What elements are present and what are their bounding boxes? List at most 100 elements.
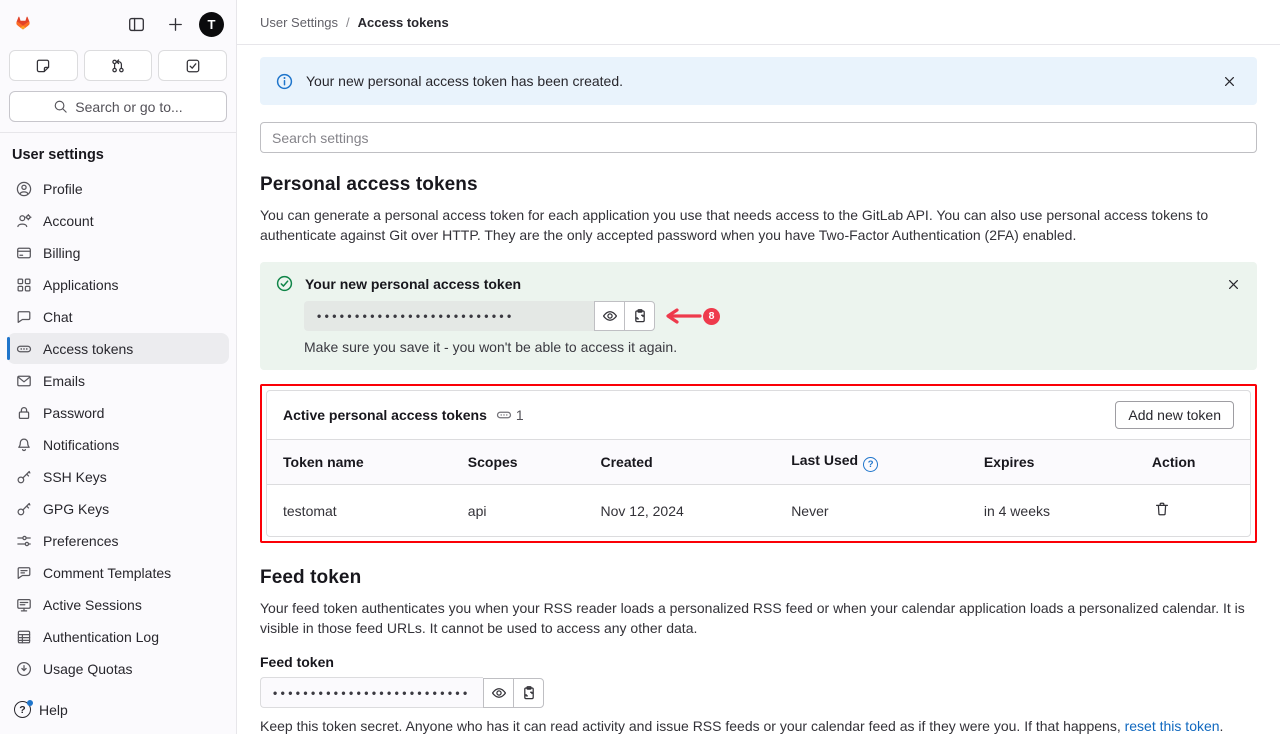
account-icon bbox=[16, 213, 32, 229]
merge-request-icon bbox=[110, 58, 126, 74]
cell-token-name: testomat bbox=[267, 485, 452, 537]
quota-icon bbox=[16, 661, 32, 677]
eye-icon bbox=[491, 685, 507, 701]
feed-token-description: Your feed token authenticates you when y… bbox=[260, 598, 1257, 638]
applications-icon bbox=[16, 277, 32, 293]
search-settings-input[interactable] bbox=[260, 122, 1257, 153]
secret-note-period: . bbox=[1220, 718, 1224, 734]
sidebar-item-label: Access tokens bbox=[43, 341, 133, 357]
sidebar-item-billing[interactable]: Billing bbox=[7, 237, 229, 268]
sidebar-item-gpg-keys[interactable]: GPG Keys bbox=[7, 493, 229, 524]
search-or-go-to[interactable]: Search or go to... bbox=[9, 91, 227, 122]
cell-last-used: Never bbox=[775, 485, 968, 537]
banner-message: Your new personal access token has been … bbox=[306, 73, 623, 89]
sidebar-item-account[interactable]: Account bbox=[7, 205, 229, 236]
sidebar-item-notifications[interactable]: Notifications bbox=[7, 429, 229, 460]
info-icon bbox=[276, 73, 293, 90]
active-tokens-table: Token name Scopes Created Last Used? Exp… bbox=[267, 439, 1250, 536]
plus-icon bbox=[167, 16, 184, 33]
last-used-help-icon[interactable]: ? bbox=[863, 457, 878, 472]
token-count-value: 1 bbox=[516, 407, 524, 423]
token-icon bbox=[16, 341, 32, 357]
sidebar-item-label: Authentication Log bbox=[43, 629, 159, 645]
active-tokens-card: Active personal access tokens 1 Add new … bbox=[266, 390, 1251, 537]
sidebar-item-label: Usage Quotas bbox=[43, 661, 133, 677]
merge-requests-shortcut-button[interactable] bbox=[84, 50, 153, 81]
sidebar-item-password[interactable]: Password bbox=[7, 397, 229, 428]
sidebar-item-label: Active Sessions bbox=[43, 597, 142, 613]
cell-created: Nov 12, 2024 bbox=[585, 485, 776, 537]
sidebar-item-chat[interactable]: Chat bbox=[7, 301, 229, 332]
gitlab-logo-icon[interactable] bbox=[10, 10, 36, 39]
cell-expires: in 4 weeks bbox=[968, 485, 1136, 537]
close-icon bbox=[1227, 278, 1240, 291]
col-action: Action bbox=[1136, 440, 1250, 485]
todo-check-icon bbox=[185, 58, 201, 74]
sidebar-item-active-sessions[interactable]: Active Sessions bbox=[7, 589, 229, 620]
key-icon bbox=[16, 469, 32, 485]
profile-icon bbox=[16, 181, 32, 197]
col-last-used: Last Used? bbox=[775, 440, 968, 485]
sidebar-nav: User settings Profile Account Billing Ap… bbox=[0, 132, 236, 689]
trash-icon bbox=[1154, 501, 1170, 517]
sliders-icon bbox=[16, 533, 32, 549]
sidebar-item-authentication-log[interactable]: Authentication Log bbox=[7, 621, 229, 652]
sidebar-section-title: User settings bbox=[0, 145, 236, 173]
new-token-success-panel: Your new personal access token •••••••••… bbox=[260, 262, 1257, 370]
sidebar-item-applications[interactable]: Applications bbox=[7, 269, 229, 300]
todo-list-shortcut-button[interactable] bbox=[158, 50, 227, 81]
sidebar-item-preferences[interactable]: Preferences bbox=[7, 525, 229, 556]
copy-feed-token-button[interactable] bbox=[513, 678, 544, 708]
revoke-token-button[interactable] bbox=[1152, 499, 1172, 522]
reset-token-link[interactable]: reset this token bbox=[1125, 718, 1220, 734]
feed-token-label: Feed token bbox=[260, 654, 1257, 670]
sidebar-item-access-tokens[interactable]: Access tokens bbox=[7, 333, 229, 364]
col-scopes: Scopes bbox=[452, 440, 585, 485]
sidebar-item-usage-quotas[interactable]: Usage Quotas bbox=[7, 653, 229, 684]
masked-token-value: •••••••••••••••••••••••••• bbox=[317, 309, 515, 323]
search-icon bbox=[53, 99, 68, 114]
breadcrumb-access-tokens: Access tokens bbox=[358, 15, 449, 30]
pat-section-description: You can generate a personal access token… bbox=[260, 205, 1257, 245]
success-panel-header: Your new personal access token bbox=[276, 275, 1241, 292]
feed-token-title: Feed token bbox=[260, 567, 1257, 589]
banner-close-button[interactable] bbox=[1217, 69, 1241, 93]
cell-scopes: api bbox=[452, 485, 585, 537]
sidebar-item-ssh-keys[interactable]: SSH Keys bbox=[7, 461, 229, 492]
help-button[interactable]: ? Help bbox=[0, 689, 236, 734]
sidebar-top-bar: T bbox=[0, 0, 236, 43]
create-new-button[interactable] bbox=[160, 9, 190, 39]
reveal-token-button[interactable] bbox=[594, 301, 625, 331]
sidebar-item-label: Preferences bbox=[43, 533, 118, 549]
token-icon bbox=[496, 407, 512, 423]
masked-token-value: •••••••••••••••••••••••••• bbox=[273, 686, 471, 700]
feed-token-masked-field: •••••••••••••••••••••••••• bbox=[260, 677, 483, 708]
issues-shortcut-button[interactable] bbox=[9, 50, 78, 81]
pat-section-title: Personal access tokens bbox=[260, 174, 1257, 196]
bell-icon bbox=[16, 437, 32, 453]
annotation-badge: 8 bbox=[703, 308, 720, 325]
add-new-token-button[interactable]: Add new token bbox=[1115, 401, 1234, 429]
user-avatar[interactable]: T bbox=[199, 12, 224, 37]
active-tokens-header: Active personal access tokens 1 Add new … bbox=[267, 391, 1250, 439]
breadcrumb: User Settings / Access tokens bbox=[237, 0, 1280, 45]
new-token-field-row: •••••••••••••••••••••••••• 8 bbox=[304, 301, 1241, 331]
copy-token-button[interactable] bbox=[624, 301, 655, 331]
breadcrumb-user-settings[interactable]: User Settings bbox=[260, 15, 338, 30]
chat-icon bbox=[16, 309, 32, 325]
col-created: Created bbox=[585, 440, 776, 485]
gitlab-tanuki-icon bbox=[10, 10, 36, 36]
active-tokens-title: Active personal access tokens bbox=[283, 407, 487, 423]
sidebar-toggle-button[interactable] bbox=[121, 9, 151, 39]
eye-icon bbox=[602, 308, 618, 324]
annotation-highlight-box: Active personal access tokens 1 Add new … bbox=[260, 384, 1257, 543]
success-panel-close-button[interactable] bbox=[1221, 272, 1245, 296]
annotation-arrow: 8 bbox=[662, 308, 720, 325]
sidebar-toggle-icon bbox=[128, 16, 145, 33]
reveal-feed-token-button[interactable] bbox=[483, 678, 514, 708]
help-label: Help bbox=[39, 702, 68, 718]
sidebar-item-emails[interactable]: Emails bbox=[7, 365, 229, 396]
table-row: testomat api Nov 12, 2024 Never in 4 wee… bbox=[267, 485, 1250, 537]
sidebar-item-profile[interactable]: Profile bbox=[7, 173, 229, 204]
sidebar-item-comment-templates[interactable]: Comment Templates bbox=[7, 557, 229, 588]
